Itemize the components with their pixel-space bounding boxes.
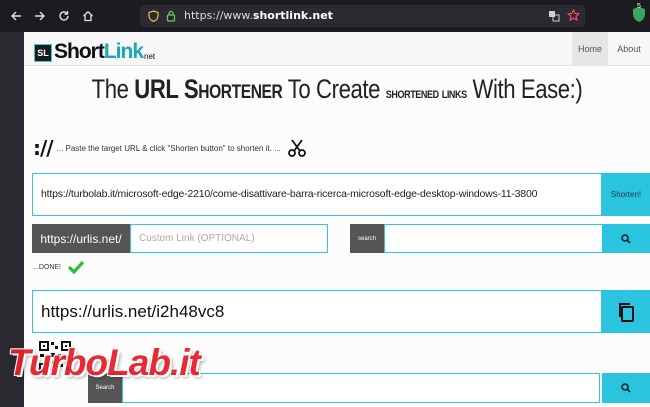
logo-text: ShortLink <box>54 40 144 63</box>
back-button[interactable] <box>6 6 26 26</box>
short-url-value: https://urlis.net/i2h48vc8 <box>41 302 225 321</box>
custom-link-input[interactable]: Custom Link (OPTIONAL) <box>130 224 328 253</box>
translate-icon[interactable] <box>548 10 560 22</box>
home-button[interactable] <box>78 6 98 26</box>
reload-icon <box>59 11 69 21</box>
logo-suffix: net <box>144 52 156 61</box>
search-icon <box>621 233 631 244</box>
search-label: search <box>350 224 384 253</box>
long-url-value: https://turbolab.it/microsoft-edge-2210/… <box>41 188 538 200</box>
page-headline: The URL Shortener To Create shortened li… <box>91 74 583 104</box>
shield-icon <box>148 10 159 22</box>
home-icon <box>83 10 93 22</box>
site-logo[interactable]: SL ShortLink net <box>34 40 155 62</box>
lock-icon <box>166 10 176 22</box>
watermark-logo: TurboLab.it <box>8 342 201 383</box>
check-icon <box>67 260 85 274</box>
arrow-right-icon <box>35 11 45 21</box>
done-status: ...DONE! <box>33 260 85 274</box>
protocol-mark: :// <box>33 136 54 160</box>
nav-about[interactable]: About <box>612 32 646 66</box>
forward-button[interactable] <box>30 6 50 26</box>
extension-badge-count: 5 <box>637 3 641 10</box>
instructions: :// ... Paste the target URL & click "Sh… <box>33 136 307 160</box>
reload-button[interactable] <box>54 6 74 26</box>
done-text: ...DONE! <box>33 263 62 271</box>
domain-prefix: https://urlis.net/ <box>32 224 130 253</box>
search-icon <box>621 383 631 393</box>
copy-icon <box>619 302 634 322</box>
browser-toolbar: https://www.shortlink.net 5 <box>0 0 650 32</box>
long-url-input[interactable]: https://turbolab.it/microsoft-edge-2210/… <box>32 173 602 216</box>
short-url-output[interactable]: https://urlis.net/i2h48vc8 <box>32 290 602 333</box>
url-text: https://www.shortlink.net <box>184 9 333 22</box>
instructions-text: ... Paste the target URL & click "Shorte… <box>56 143 281 153</box>
top-navigation: SL ShortLink net Home About <box>24 32 650 66</box>
search-button[interactable] <box>602 224 650 253</box>
logo-mark: SL <box>34 44 52 62</box>
arrow-left-icon <box>11 11 21 21</box>
scissors-icon <box>287 139 306 157</box>
shorten-button[interactable]: Shorten! <box>602 173 650 216</box>
search-input[interactable] <box>384 224 604 253</box>
search-button-bottom[interactable] <box>602 373 650 403</box>
star-icon[interactable] <box>567 9 580 22</box>
address-bar[interactable]: https://www.shortlink.net <box>140 5 585 27</box>
nav-home[interactable]: Home <box>572 32 608 66</box>
copy-button[interactable] <box>602 290 650 333</box>
extension-button[interactable]: 5 <box>632 3 646 24</box>
